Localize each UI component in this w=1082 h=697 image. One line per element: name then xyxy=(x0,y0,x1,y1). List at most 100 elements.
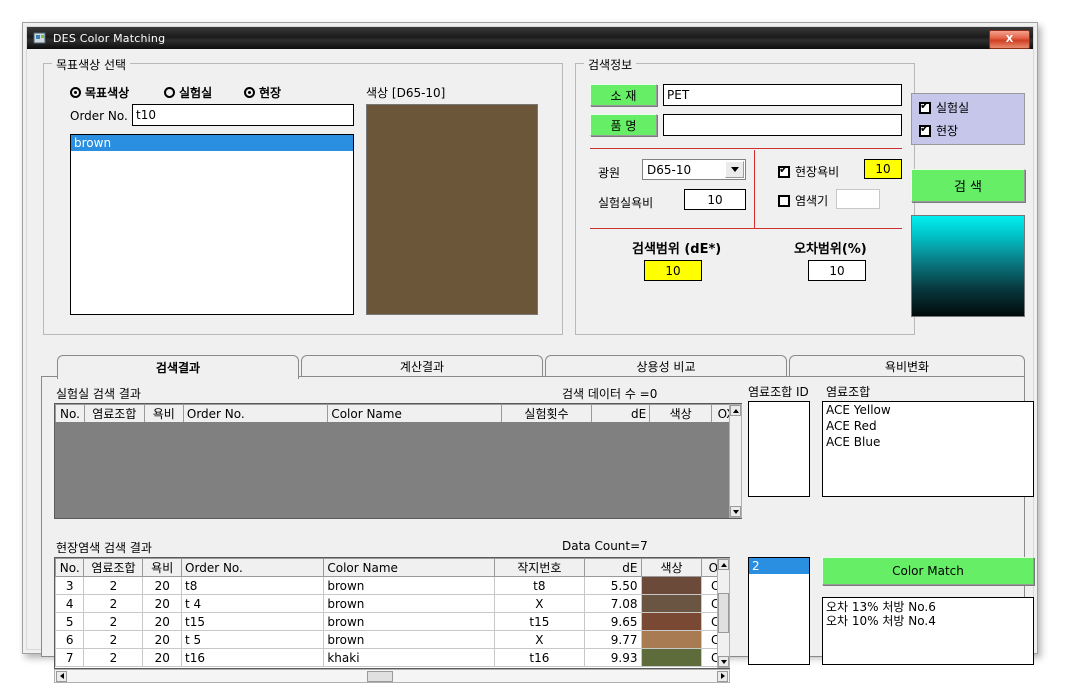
cell-swatch[interactable] xyxy=(640,576,703,595)
cell-job-no[interactable]: t15 xyxy=(494,612,585,631)
cell-ratio[interactable]: 20 xyxy=(142,576,183,595)
col-order-no[interactable]: Order No. xyxy=(182,404,329,423)
col-ratio[interactable]: 욕비 xyxy=(142,558,183,577)
col-no[interactable]: No. xyxy=(55,558,85,577)
field-results-hscrollbar[interactable] xyxy=(54,669,730,683)
tab-ratio-change[interactable]: 욕비변화 xyxy=(789,355,1025,377)
cell-de[interactable]: 7.08 xyxy=(583,594,642,613)
scroll-right-button[interactable] xyxy=(717,670,728,682)
radio-field[interactable]: 현장 xyxy=(244,84,281,101)
table-row[interactable]: 3 2 20 t8 brown t8 5.50 C xyxy=(55,576,729,595)
col-dye-combo[interactable]: 염료조합 xyxy=(83,404,145,423)
col-order-no[interactable]: Order No. xyxy=(181,558,325,577)
col-color-name[interactable]: Color Name xyxy=(323,558,496,577)
list-item[interactable]: ACE Yellow xyxy=(823,402,1033,418)
cell-job-no[interactable]: X xyxy=(494,594,585,613)
cell-ratio[interactable]: 20 xyxy=(142,594,183,613)
dyeing-machine-checkbox[interactable]: 염색기 xyxy=(778,192,828,209)
cell-color-name[interactable]: brown xyxy=(323,594,496,613)
cell-dye-combo[interactable]: 2 xyxy=(83,576,144,595)
cell-color-name[interactable]: brown xyxy=(323,612,496,631)
close-button[interactable]: X xyxy=(989,30,1030,49)
col-swatch[interactable]: 색상 xyxy=(640,558,703,577)
scroll-down-button[interactable] xyxy=(730,506,741,517)
dye-combo-listbox[interactable]: ACE Yellow ACE Red ACE Blue xyxy=(822,401,1034,497)
order-no-input[interactable]: t10 xyxy=(132,104,354,126)
cell-order-no[interactable]: t8 xyxy=(181,576,325,595)
chevron-down-icon[interactable] xyxy=(725,161,744,178)
col-job-no[interactable]: 작지번호 xyxy=(494,558,585,577)
cell-swatch[interactable] xyxy=(640,612,703,631)
cell-de[interactable]: 9.93 xyxy=(583,648,642,667)
col-de[interactable]: dE xyxy=(583,558,642,577)
cell-no[interactable]: 7 xyxy=(55,648,85,667)
field-ratio-input[interactable]: 10 xyxy=(864,159,902,179)
cell-swatch[interactable] xyxy=(640,630,703,649)
cell-color-name[interactable]: brown xyxy=(323,576,496,595)
list-item[interactable]: ACE Red xyxy=(823,418,1033,434)
cell-color-name[interactable]: brown xyxy=(323,630,496,649)
cell-ratio[interactable]: 20 xyxy=(142,612,183,631)
col-dye-combo[interactable]: 염료조합 xyxy=(83,558,144,577)
col-test-count[interactable]: 실험횟수 xyxy=(500,404,593,423)
scroll-thumb[interactable] xyxy=(718,593,729,633)
search-button[interactable]: 검 색 xyxy=(911,169,1025,202)
scroll-thumb[interactable] xyxy=(367,670,393,682)
cell-no[interactable]: 3 xyxy=(55,576,85,595)
error-range-input[interactable]: 10 xyxy=(808,260,866,281)
field-results-vscrollbar[interactable] xyxy=(717,558,730,668)
cell-job-no[interactable]: X xyxy=(494,630,585,649)
cell-dye-combo[interactable]: 2 xyxy=(83,594,144,613)
cell-dye-combo[interactable]: 2 xyxy=(83,648,144,667)
scroll-up-button[interactable] xyxy=(718,559,729,570)
material-input[interactable]: PET xyxy=(663,84,902,106)
col-swatch[interactable]: 색상 xyxy=(649,404,713,423)
lab-results-scrollbar[interactable] xyxy=(729,404,742,518)
table-row[interactable]: 5 2 20 t15 brown t15 9.65 C xyxy=(55,612,729,631)
dye-combo-id-listbox[interactable] xyxy=(748,401,810,497)
cell-de[interactable]: 9.65 xyxy=(583,612,642,631)
scope-field-checkbox[interactable]: 현장 xyxy=(919,122,958,139)
cell-no[interactable]: 5 xyxy=(55,612,85,631)
scope-lab-checkbox[interactable]: 실험실 xyxy=(919,99,969,116)
cell-order-no[interactable]: t16 xyxy=(181,648,325,667)
light-source-select[interactable]: D65-10 xyxy=(642,159,746,180)
cell-ratio[interactable]: 20 xyxy=(142,630,183,649)
cell-swatch[interactable] xyxy=(640,594,703,613)
cell-ratio[interactable]: 20 xyxy=(142,648,183,667)
table-row[interactable]: 4 2 20 t 4 brown X 7.08 C xyxy=(55,594,729,613)
field-results-grid[interactable]: No. 염료조합 욕비 Order No. Color Name 작지번호 dE… xyxy=(54,557,730,669)
cell-job-no[interactable]: t16 xyxy=(494,648,585,667)
cell-dye-combo[interactable]: 2 xyxy=(83,630,144,649)
cell-swatch[interactable] xyxy=(640,648,703,667)
lab-ratio-input[interactable]: 10 xyxy=(684,189,746,210)
table-row[interactable]: 7 2 20 t16 khaki t16 9.93 C xyxy=(55,648,729,667)
color-name-listbox[interactable]: brown xyxy=(70,134,354,315)
field-ratio-checkbox[interactable]: 현장욕비 xyxy=(778,163,839,180)
list-item[interactable]: 2 xyxy=(749,558,809,574)
table-row[interactable]: 6 2 20 t 5 brown X 9.77 C xyxy=(55,630,729,649)
scroll-down-button[interactable] xyxy=(718,656,729,667)
radio-lab[interactable]: 실험실 xyxy=(164,84,212,101)
product-name-button[interactable]: 품 명 xyxy=(590,114,657,136)
cell-de[interactable]: 5.50 xyxy=(583,576,642,595)
match-id-listbox[interactable]: 2 xyxy=(748,557,810,665)
cell-job-no[interactable]: t8 xyxy=(494,576,585,595)
scroll-up-button[interactable] xyxy=(730,405,741,416)
col-color-name[interactable]: Color Name xyxy=(327,404,502,423)
tab-compatibility[interactable]: 상용성 비교 xyxy=(545,355,787,377)
cell-no[interactable]: 6 xyxy=(55,630,85,649)
tab-calc-results[interactable]: 계산결과 xyxy=(301,355,543,377)
col-no[interactable]: No. xyxy=(55,404,85,423)
list-item[interactable]: ACE Blue xyxy=(823,434,1033,450)
cell-order-no[interactable]: t 5 xyxy=(181,630,325,649)
cell-no[interactable]: 4 xyxy=(55,594,85,613)
color-match-button[interactable]: Color Match xyxy=(822,557,1034,585)
dyeing-machine-input[interactable] xyxy=(836,189,880,209)
radio-target-color[interactable]: 목표색상 xyxy=(70,84,129,101)
cell-order-no[interactable]: t 4 xyxy=(181,594,325,613)
cell-de[interactable]: 9.77 xyxy=(583,630,642,649)
scroll-left-button[interactable] xyxy=(56,670,67,682)
product-name-input[interactable] xyxy=(663,114,902,136)
col-de[interactable]: dE xyxy=(591,404,651,423)
